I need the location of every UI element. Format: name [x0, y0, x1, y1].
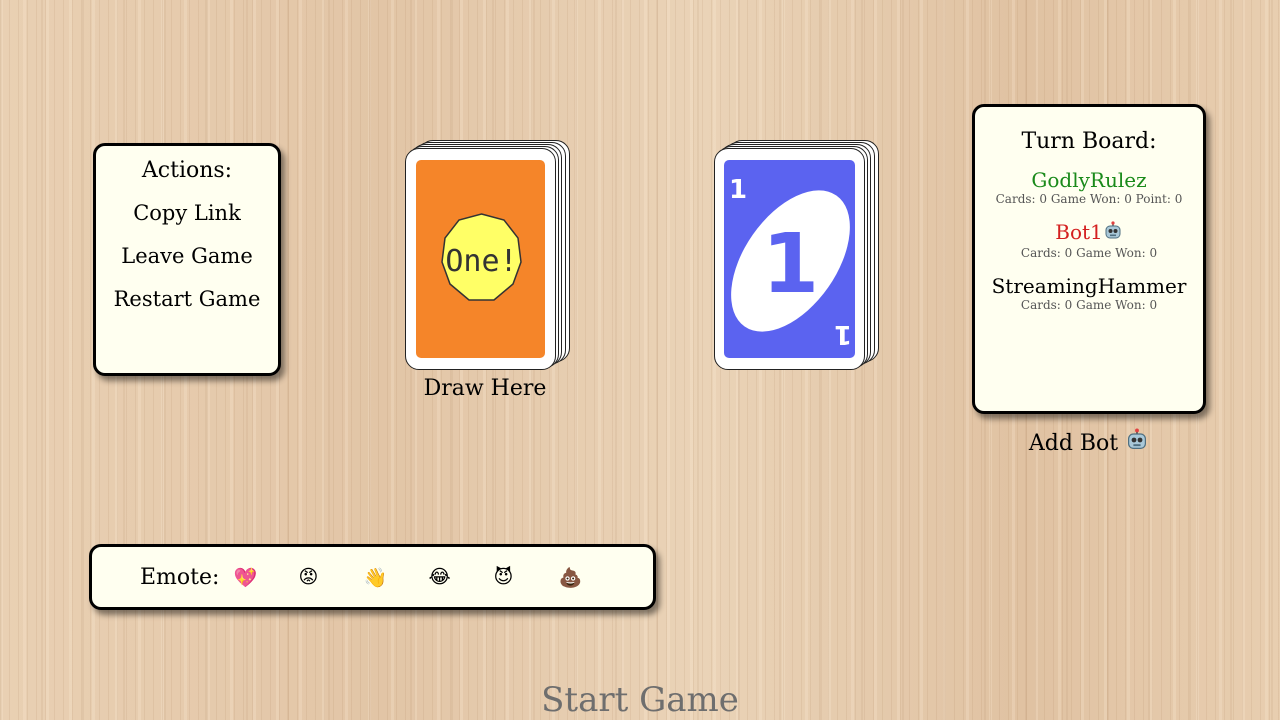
laugh-emote[interactable]: 😂: [428, 566, 493, 588]
card-value-center: 1: [762, 217, 819, 312]
heart-emote[interactable]: 💖: [233, 566, 298, 589]
draw-here-label: Draw Here: [423, 376, 547, 401]
wave-emote[interactable]: 👋: [363, 566, 428, 589]
add-bot-button[interactable]: Add Bot: [972, 428, 1206, 458]
emote-label: Emote:: [140, 564, 220, 590]
one-badge-icon: One!: [441, 213, 522, 301]
start-game-button[interactable]: Start Game: [0, 680, 1280, 720]
player-stats: Cards: 0 Game Won: 0: [1020, 298, 1158, 312]
devil-emote[interactable]: 😈: [493, 566, 558, 588]
turn-board-title: Turn Board:: [1021, 129, 1157, 154]
turn-board-panel: Turn Board: GodlyRulez Cards: 0 Game Won…: [972, 104, 1206, 414]
player-entry: Bot1 Cards: 0 Game Won: 0: [975, 220, 1203, 260]
player-entry: StreamingHammer Cards: 0 Game Won: 0: [975, 274, 1203, 312]
actions-panel: Actions: Copy Link Leave Game Restart Ga…: [93, 143, 281, 376]
leave-game-button[interactable]: Leave Game: [96, 244, 278, 268]
card-art: 1 1 1: [729, 175, 852, 349]
player-entry: GodlyRulez Cards: 0 Game Won: 0 Point: 0: [975, 168, 1203, 206]
emote-bar: Emote: 💖 😡 👋 😂 😈 💩: [89, 544, 656, 610]
discard-pile: 1 1 1: [714, 140, 882, 372]
restart-game-button[interactable]: Restart Game: [96, 287, 278, 311]
player-stats: Cards: 0 Game Won: 0: [1020, 246, 1158, 260]
player-name: GodlyRulez: [1031, 168, 1147, 192]
top-card: 1 1 1: [714, 148, 865, 370]
robot-icon: [1125, 428, 1149, 458]
actions-title: Actions:: [141, 158, 233, 183]
poop-emote[interactable]: 💩: [558, 566, 623, 589]
angry-emote[interactable]: 😡: [298, 566, 363, 588]
card-value-corner-rotated: 1: [834, 319, 852, 349]
robot-icon: [1103, 221, 1123, 246]
card-value-corner: 1: [729, 175, 747, 205]
card-text: One!: [445, 244, 517, 279]
card-face-color: 1 1 1: [724, 160, 855, 358]
card-back: One!: [416, 160, 545, 358]
draw-card[interactable]: One!: [405, 148, 556, 370]
player-name: Bot1: [975, 220, 1203, 246]
player-name: StreamingHammer: [991, 274, 1187, 298]
copy-link-button[interactable]: Copy Link: [96, 201, 278, 225]
player-stats: Cards: 0 Game Won: 0 Point: 0: [995, 192, 1183, 206]
draw-pile[interactable]: One!: [405, 140, 573, 372]
